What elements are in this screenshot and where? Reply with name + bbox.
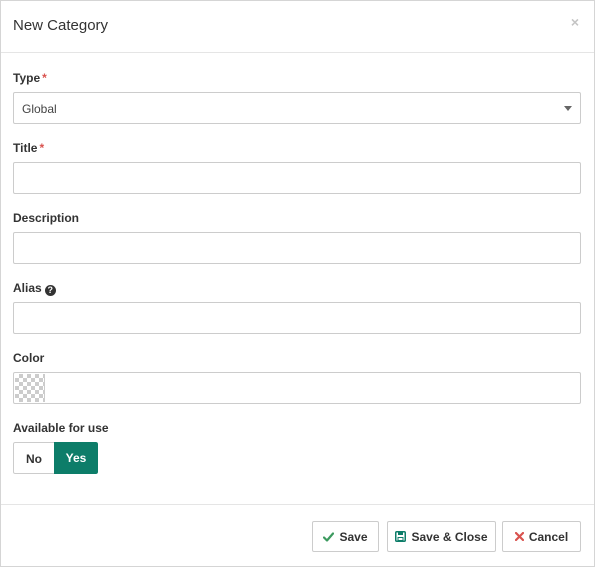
floppy-disk-icon [395,531,407,542]
save-close-button[interactable]: Save & Close [387,521,496,552]
color-input[interactable] [13,372,581,404]
title-input[interactable] [13,162,581,194]
close-icon[interactable]: × [571,14,579,30]
caret-down-icon [564,106,572,111]
modal-header: New Category × [1,1,594,53]
save-close-button-label: Save & Close [411,529,488,544]
available-toggle: No Yes [13,442,98,474]
new-category-modal: New Category × Type * Global Title * Descr… [0,0,595,567]
save-button[interactable]: Save [312,521,379,552]
title-label: Title * [13,141,44,155]
modal-footer: Save Save & Close Cancel [1,504,594,566]
required-mark: * [39,141,45,155]
save-button-label: Save [339,529,368,544]
cancel-button-label: Cancel [528,529,569,544]
times-icon [514,532,524,541]
type-label: Type * [13,71,47,85]
alias-label-text: Alias [13,281,42,295]
required-mark: * [42,71,47,85]
alias-label: Alias? [13,281,56,296]
description-label: Description [13,211,80,225]
available-yes-option[interactable]: Yes [54,442,98,474]
type-label-text: Type [13,71,41,85]
type-select-value: Global [22,102,57,116]
available-label: Available for use [13,421,109,435]
available-no-option[interactable]: No [13,442,54,474]
type-select[interactable]: Global [13,92,581,124]
color-label: Color [13,351,45,365]
question-circle-icon[interactable]: ? [44,285,56,296]
description-input[interactable] [13,232,581,264]
cancel-button[interactable]: Cancel [502,521,581,552]
color-swatch[interactable] [15,374,45,402]
title-label-text: Title [13,141,38,155]
modal-title: New Category [13,17,109,34]
check-icon [323,531,335,542]
alias-input[interactable] [13,302,581,334]
